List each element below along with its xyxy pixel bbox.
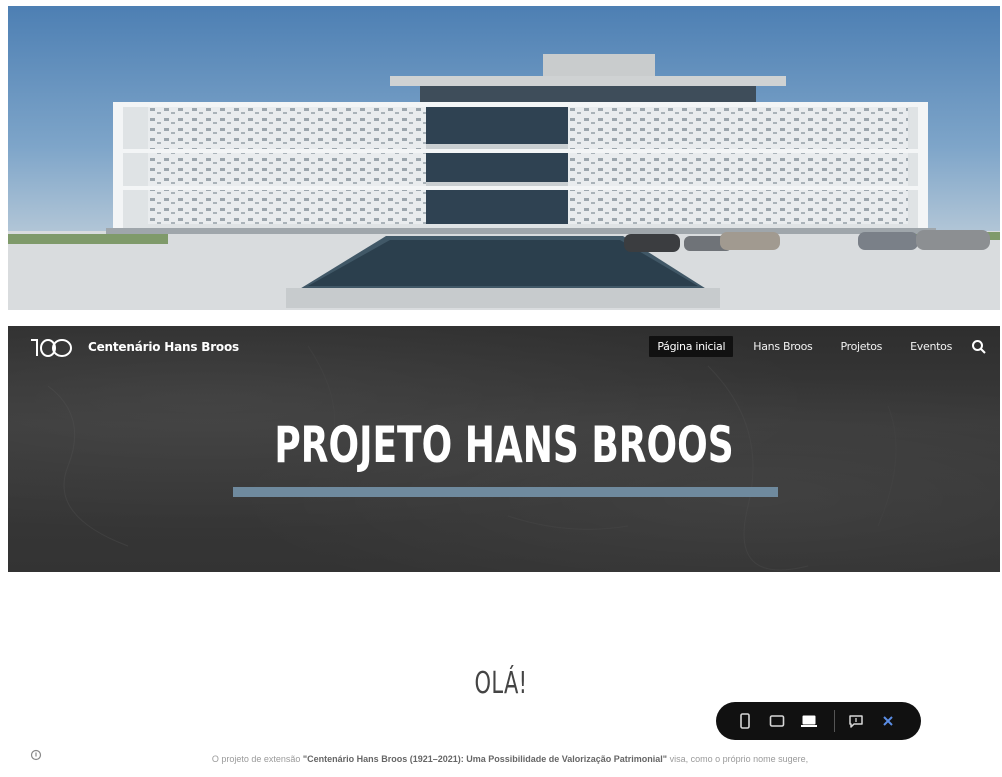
nav-item-pagina-inicial[interactable]: Página inicial bbox=[649, 336, 734, 357]
main-nav: Página inicial Hans Broos Projetos Event… bbox=[649, 336, 988, 357]
tablet-view-button[interactable] bbox=[768, 712, 786, 730]
navbar: Centenário Hans Broos Página inicial Han… bbox=[8, 326, 1000, 368]
project-name: "Centenário Hans Broos (1921–2021): Uma … bbox=[302, 754, 668, 764]
search-icon[interactable] bbox=[970, 338, 988, 356]
section-heading: OLÁ! bbox=[474, 666, 528, 701]
toolbar-divider bbox=[834, 710, 835, 732]
page-title: PROJETO HANS BROOS bbox=[274, 416, 734, 474]
intro-text-end: visa, como o próprio nome sugere, bbox=[667, 754, 809, 764]
hero-building-image bbox=[8, 6, 1000, 310]
site-title[interactable]: Centenário Hans Broos bbox=[88, 340, 239, 354]
logo[interactable] bbox=[28, 336, 74, 358]
nav-item-projetos[interactable]: Projetos bbox=[832, 336, 890, 357]
intro-paragraph: O projeto de extensão "Centenário Hans B… bbox=[110, 751, 910, 767]
desktop-view-icon bbox=[801, 715, 817, 727]
comment-icon bbox=[849, 714, 863, 728]
desktop-view-button[interactable] bbox=[800, 712, 818, 730]
title-underline-bar bbox=[233, 487, 778, 497]
comment-button[interactable] bbox=[847, 712, 865, 730]
close-icon bbox=[883, 716, 893, 726]
nav-item-hans-broos[interactable]: Hans Broos bbox=[745, 336, 820, 357]
info-icon[interactable] bbox=[30, 749, 42, 761]
phone-view-icon bbox=[740, 713, 750, 729]
phone-view-button[interactable] bbox=[736, 712, 754, 730]
close-button[interactable] bbox=[879, 712, 897, 730]
intro-text-start: O projeto de extensão bbox=[211, 754, 303, 764]
page-header: Centenário Hans Broos Página inicial Han… bbox=[8, 326, 1000, 572]
nav-item-eventos[interactable]: Eventos bbox=[902, 336, 960, 357]
tablet-view-icon bbox=[769, 715, 785, 727]
preview-toolbar bbox=[716, 702, 921, 740]
building-rendering bbox=[8, 6, 1000, 310]
